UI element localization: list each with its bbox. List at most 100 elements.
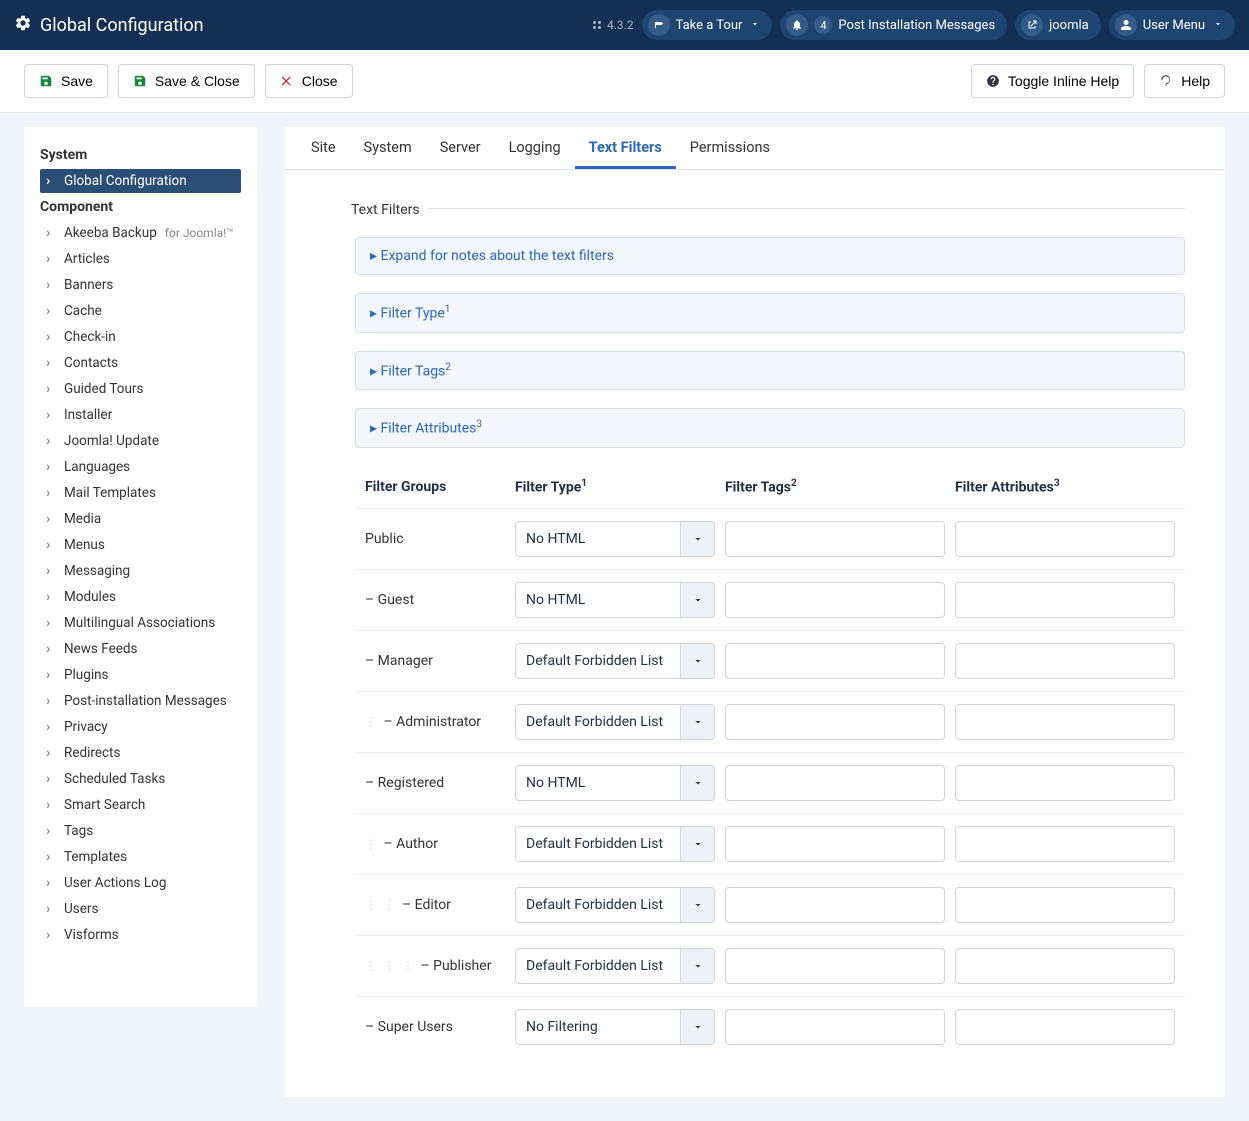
sidebar-item[interactable]: ›Scheduled Tasks [40,767,241,791]
indent-dots: ⋮ [365,837,378,851]
filter-attributes-input[interactable] [955,765,1175,801]
save-button[interactable]: Save [24,64,108,98]
chevron-right-icon: › [46,381,56,397]
sidebar-item-label: Scheduled Tasks [64,771,165,787]
chevron-right-icon: › [46,251,56,267]
filter-attributes-input[interactable] [955,826,1175,862]
filter-type-select[interactable]: Default Forbidden List [515,826,715,862]
sidebar-item[interactable]: ›Privacy [40,715,241,739]
tab-text-filters[interactable]: Text Filters [575,127,676,169]
filter-attributes-input[interactable] [955,521,1175,557]
filter-tags-input[interactable] [725,948,945,984]
sidebar-item[interactable]: ›Articles [40,247,241,271]
filter-attributes-input[interactable] [955,948,1175,984]
sidebar-item[interactable]: ›Languages [40,455,241,479]
sidebar-item[interactable]: ›Plugins [40,663,241,687]
filter-group-label: – Super Users [365,1019,505,1035]
sidebar-item[interactable]: ›Multilingual Associations [40,611,241,635]
sidebar-item[interactable]: ›Smart Search [40,793,241,817]
filter-type-select[interactable]: No HTML [515,521,715,557]
sidebar-item[interactable]: ›Guided Tours [40,377,241,401]
filter-attributes-input[interactable] [955,887,1175,923]
tab-permissions[interactable]: Permissions [676,127,784,169]
chevron-right-icon: › [46,355,56,371]
filter-type-select[interactable]: Default Forbidden List [515,704,715,740]
user-menu-button[interactable]: User Menu [1109,10,1235,40]
indent-dots: ⋮ [365,715,378,729]
sidebar-item-label: Tags [64,823,93,839]
sidebar-item[interactable]: › Contacts [40,351,241,375]
sidebar-heading-system: System [40,147,241,163]
sidebar-item[interactable]: ›Media [40,507,241,531]
filter-tags-input[interactable] [725,704,945,740]
disclosure[interactable]: ▸ Filter Attributes3 [355,408,1185,448]
sidebar-item[interactable]: › Global Configuration [40,169,241,193]
sidebar-item[interactable]: ›Messaging [40,559,241,583]
help-button[interactable]: Help [1144,64,1225,98]
disclosure[interactable]: ▸ Filter Tags2 [355,351,1185,391]
site-link[interactable]: joomla [1015,10,1101,40]
filter-tags-input[interactable] [725,887,945,923]
sidebar-item[interactable]: ›Templates [40,845,241,869]
take-tour-button[interactable]: Take a Tour [642,10,773,40]
tab-server[interactable]: Server [426,127,495,169]
filter-tags-input[interactable] [725,521,945,557]
notif-count: 4 [814,16,832,34]
filter-type-select[interactable]: No Filtering [515,1009,715,1045]
filter-group-label: Public [365,531,505,547]
filter-type-select[interactable]: No HTML [515,765,715,801]
sidebar-item[interactable]: ›Cache [40,299,241,323]
chevron-right-icon: › [46,693,56,709]
sidebar-item[interactable]: ›News Feeds [40,637,241,661]
tab-system[interactable]: System [350,127,426,169]
filter-tags-input[interactable] [725,765,945,801]
filter-type-select[interactable]: No HTML [515,582,715,618]
sidebar-item[interactable]: ›Banners [40,273,241,297]
sidebar-item[interactable]: ›Users [40,897,241,921]
sidebar-item-label: Contacts [64,355,118,371]
sidebar-item[interactable]: ›Modules [40,585,241,609]
close-button[interactable]: Close [265,64,353,98]
disclosure[interactable]: ▸ Filter Type1 [355,293,1185,333]
gear-icon [14,14,32,37]
filter-row: ⋮ – AuthorDefault Forbidden List [355,813,1185,874]
toggle-inline-help-button[interactable]: Toggle Inline Help [971,64,1134,98]
filter-type-select[interactable]: Default Forbidden List [515,643,715,679]
chevron-right-icon: › [46,277,56,293]
filter-tags-input[interactable] [725,1009,945,1045]
chevron-right-icon: › [46,173,56,189]
sidebar-item[interactable]: ›Mail Templates [40,481,241,505]
filter-row: ⋮ ⋮ – EditorDefault Forbidden List [355,874,1185,935]
sidebar-item[interactable]: ›Akeeba Backup for Joomla!™ [40,221,241,245]
filter-attributes-input[interactable] [955,704,1175,740]
sidebar-item[interactable]: ›Joomla! Update [40,429,241,453]
filter-attributes-input[interactable] [955,582,1175,618]
tab-logging[interactable]: Logging [495,127,575,169]
filter-type-select[interactable]: Default Forbidden List [515,948,715,984]
chevron-right-icon: › [46,563,56,579]
sidebar-item[interactable]: ›Post-installation Messages [40,689,241,713]
filter-tags-input[interactable] [725,582,945,618]
filter-tags-input[interactable] [725,826,945,862]
filter-tags-input[interactable] [725,643,945,679]
sidebar-item[interactable]: ›Menus [40,533,241,557]
filter-attributes-input[interactable] [955,1009,1175,1045]
sidebar-item-label: Global Configuration [64,173,187,189]
disclosure[interactable]: ▸ Expand for notes about the text filter… [355,237,1185,275]
sidebar-item[interactable]: ›Redirects [40,741,241,765]
sidebar-item[interactable]: ›Installer [40,403,241,427]
chevron-right-icon: › [46,589,56,605]
sidebar-item[interactable]: ›Visforms [40,923,241,947]
sidebar-item[interactable]: ›Check-in [40,325,241,349]
page-title-wrap: Global Configuration [14,14,204,37]
chevron-right-icon: › [46,537,56,553]
sidebar-item[interactable]: ›User Actions Log [40,871,241,895]
tab-site[interactable]: Site [297,127,350,169]
filter-type-select[interactable]: Default Forbidden List [515,887,715,923]
save-close-button[interactable]: Save & Close [118,64,255,98]
chevron-down-icon [680,583,714,617]
sidebar-item[interactable]: ›Tags [40,819,241,843]
filter-attributes-input[interactable] [955,643,1175,679]
chevron-right-icon: › [46,511,56,527]
post-install-button[interactable]: 4 Post Installation Messages [780,10,1007,40]
